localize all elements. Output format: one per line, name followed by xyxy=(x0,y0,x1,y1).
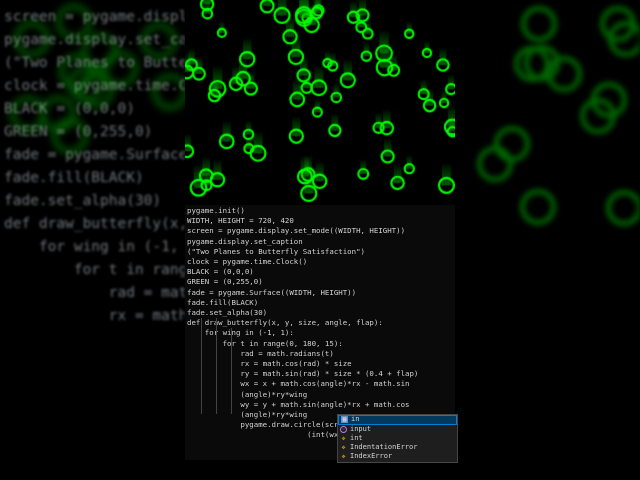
indent-guide xyxy=(201,318,202,414)
blurred-ring xyxy=(513,46,550,83)
suggestion-indexerror[interactable]: ✥ IndexError xyxy=(338,452,457,461)
code-line: fade.set_alpha(30) xyxy=(4,193,162,209)
blurred-animation-background-right xyxy=(455,0,640,480)
blurred-ring xyxy=(599,5,636,42)
code-line: BLACK = (0,0,0) xyxy=(4,101,135,117)
code-line: (angle)*ry*wing xyxy=(187,389,308,399)
code-line: rad = math.radians(t) xyxy=(108,285,185,301)
code-line: GREEN = (0,255,0) xyxy=(187,277,263,287)
code-line: fade = pygame.Surface((WIDTH, HEIGHT)) xyxy=(187,287,357,297)
blurred-ring xyxy=(546,55,583,92)
code-line: fade = pygame.Surface((WIDTH, HEIGHT)) xyxy=(4,147,185,163)
code-line: rx = math.cos(rad) * size xyxy=(108,308,185,324)
code-line: wy = y + math.sin(angle)*rx + math.cos xyxy=(187,399,410,409)
code-line: clock = pygame.time.Clock() xyxy=(187,257,308,267)
code-line: def draw_butterfly(x, y, size, angle, fl… xyxy=(187,318,383,328)
code-line: screen = pygame.display.set_mode((WIDTH,… xyxy=(4,9,185,25)
code-line: pygame.display.set_caption xyxy=(187,236,303,246)
code-line: fade.fill(BLACK) xyxy=(4,170,144,186)
code-line: rad = math.radians(t) xyxy=(187,348,334,358)
suggestion-indentationerror[interactable]: ✥ IndentationError xyxy=(338,443,457,452)
code-line: rx = math.cos(rad) * size xyxy=(187,359,352,369)
code-line: for wing in (-1, 1): xyxy=(38,239,179,255)
indent-guide xyxy=(216,318,217,414)
suggestion-int[interactable]: ✥ int xyxy=(338,434,457,443)
code-line: for wing in (-1, 1): xyxy=(187,328,294,338)
autocomplete-dropdown[interactable]: ▤ in ◦ input ✥ int ✥ IndentationError ✥ Index… xyxy=(337,414,458,463)
class-icon: ✥ xyxy=(341,434,346,442)
function-icon: ◦ xyxy=(340,425,347,433)
code-line: clock = pygame.time.Clock() xyxy=(4,78,185,94)
code-line: GREEN = (0,255,0) xyxy=(4,124,153,140)
keyword-icon: ▤ xyxy=(341,416,348,424)
code-line: pygame.display.set_caption xyxy=(4,32,185,48)
butterfly-animation-canvas xyxy=(185,0,455,205)
blurred-ring xyxy=(521,6,558,43)
code-line: for t in range(0, 180, 15): xyxy=(187,338,343,348)
class-icon: ✥ xyxy=(341,443,346,451)
class-icon: ✥ xyxy=(341,453,346,461)
code-line: ("Two Planes to Butterfly Satisfaction") xyxy=(4,55,185,71)
suggestion-in[interactable]: ▤ in xyxy=(338,415,457,425)
suggestion-input[interactable]: ◦ input xyxy=(338,425,457,434)
code-line: fade.set_alpha(30) xyxy=(187,308,268,318)
code-line: ry = math.sin(rad) * size * (0.4 + flap) xyxy=(187,369,419,379)
code-line: def draw_butterfly(x, y, size, angle, fl… xyxy=(4,216,185,232)
code-line: fade.fill(BLACK) xyxy=(187,297,259,307)
code-line: pygame.init() xyxy=(187,206,245,215)
code-line: screen = pygame.display.set_mode((WIDTH,… xyxy=(187,226,406,236)
indent-guide xyxy=(231,328,232,414)
blurred-code-background: pygame.init()WIDTH, HEIGHT = 720, 420scr… xyxy=(0,0,185,480)
blurred-ring xyxy=(591,82,628,119)
blurred-ring xyxy=(494,125,531,162)
code-line: BLACK = (0,0,0) xyxy=(187,267,254,277)
blurred-ring xyxy=(605,189,640,226)
blurred-ring xyxy=(519,189,556,226)
code-line: WIDTH, HEIGHT = 720, 420 xyxy=(187,216,294,226)
blurred-code: pygame.init()WIDTH, HEIGHT = 720, 420scr… xyxy=(4,0,185,328)
code-line: for t in range(0, 180, 15): xyxy=(73,262,185,278)
code-line: ("Two Planes to Butterfly Satisfaction") xyxy=(187,246,365,256)
code-text[interactable]: pygame.init() WIDTH, HEIGHT = 720, 420 scr… xyxy=(187,206,418,441)
code-line: wx = x + math.cos(angle)*rx - math.sin xyxy=(187,379,410,389)
